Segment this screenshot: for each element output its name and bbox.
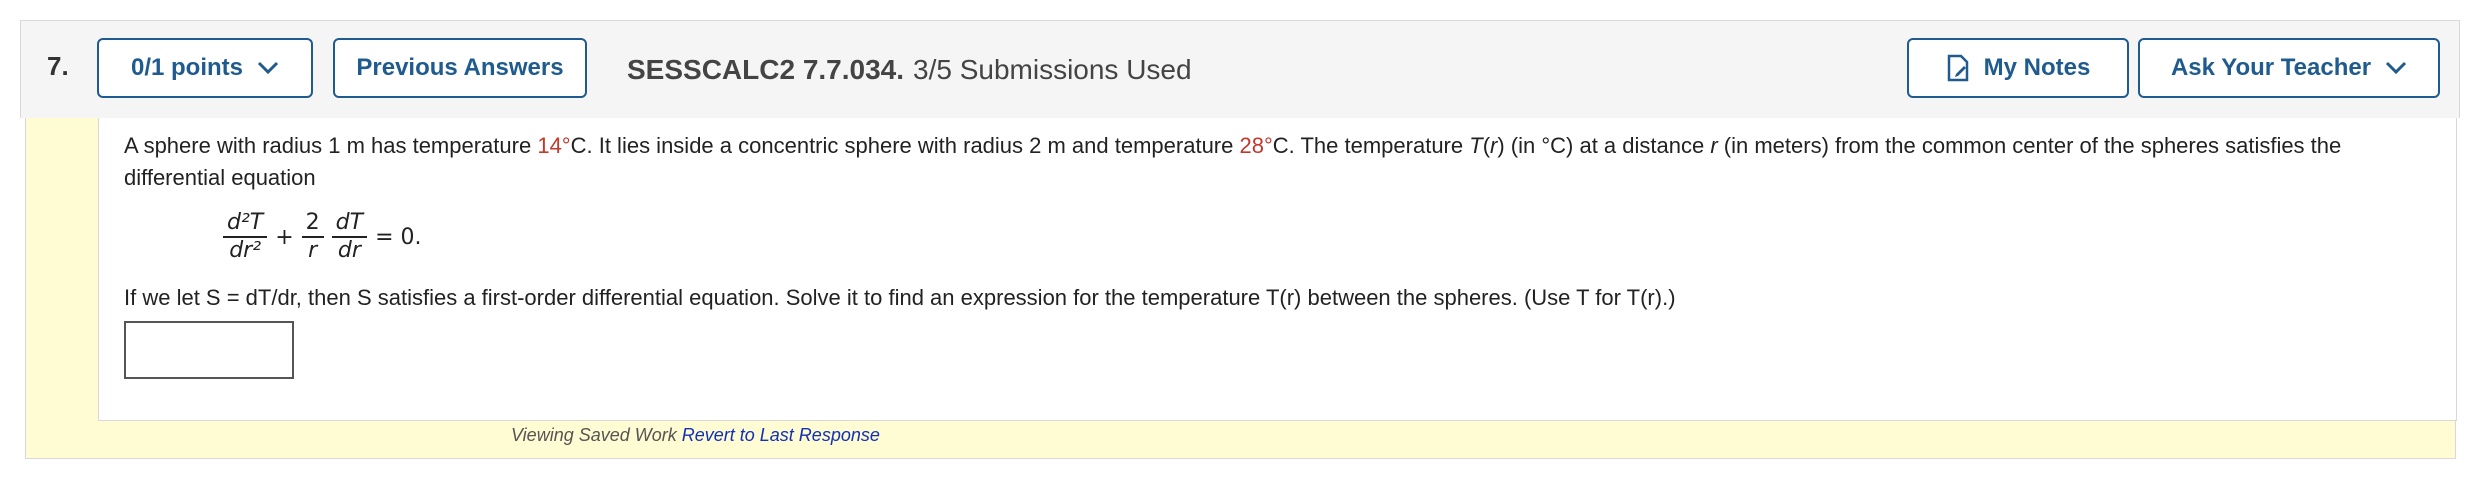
question-id: SESSCALC2 7.7.034. [627, 54, 905, 85]
fraction-denominator: dr [337, 238, 361, 263]
my-notes-label: My Notes [1983, 54, 2091, 81]
question-text-part: ) (in °C) at a distance [1497, 133, 1711, 158]
fraction-d2T-dr2: d²T dr² [223, 210, 268, 264]
saved-work-footer: Viewing Saved Work Revert to Last Respon… [511, 425, 880, 446]
fraction-numerator: 2 [301, 210, 324, 238]
outer-temperature: 28° [1239, 133, 1273, 158]
plus-sign: + [275, 224, 294, 250]
answer-input[interactable] [124, 321, 294, 379]
points-label: 0/1 points [130, 54, 244, 81]
previous-answers-label: Previous Answers [356, 54, 564, 81]
fraction-denominator: r [308, 238, 318, 263]
question-content: A sphere with radius 1 m has temperature… [98, 118, 2457, 421]
fraction-denominator: dr² [229, 238, 262, 263]
variable-T: T [1469, 133, 1483, 158]
equation-rhs: = 0. [375, 224, 422, 250]
differential-equation: d²T dr² + 2 r dT dr = 0. [223, 202, 422, 272]
my-notes-button[interactable]: My Notes [1907, 38, 2129, 98]
question-number: 7. [47, 51, 69, 81]
chevron-down-icon [257, 61, 279, 75]
points-dropdown-button[interactable]: 0/1 points [97, 38, 313, 98]
revert-to-last-response-link[interactable]: Revert to Last Response [682, 425, 880, 445]
question-text: A sphere with radius 1 m has temperature… [124, 130, 2444, 194]
question-header: 7. 0/1 points Previous Answers SESSCALC2… [20, 20, 2460, 118]
variable-r: r [1710, 133, 1718, 158]
fraction-numerator: dT [331, 210, 368, 238]
question-text-part: ( [1482, 133, 1491, 158]
question-text-part: C. The temperature [1272, 133, 1470, 158]
ask-teacher-label: Ask Your Teacher [2170, 54, 2372, 81]
fraction-dT-dr: dT dr [331, 210, 368, 264]
notes-icon [1947, 54, 1968, 82]
question-text-part: C. It lies inside a concentric sphere wi… [570, 133, 1240, 158]
question-instruction: If we let S = dT/dr, then S satisfies a … [124, 285, 1676, 310]
ask-your-teacher-button[interactable]: Ask Your Teacher [2138, 38, 2440, 98]
fraction-2-r: 2 r [301, 210, 324, 264]
submissions-count: 3/5 Submissions Used [913, 54, 1192, 85]
inner-temperature: 14° [537, 133, 571, 158]
fraction-numerator: d²T [223, 210, 268, 238]
previous-answers-button[interactable]: Previous Answers [333, 38, 587, 98]
question-text-part: A sphere with radius 1 m has temperature [124, 133, 538, 158]
question-panel: A sphere with radius 1 m has temperature… [25, 118, 2457, 459]
chevron-down-icon [2385, 61, 2407, 75]
viewing-saved-work-text: Viewing Saved Work [511, 425, 682, 445]
